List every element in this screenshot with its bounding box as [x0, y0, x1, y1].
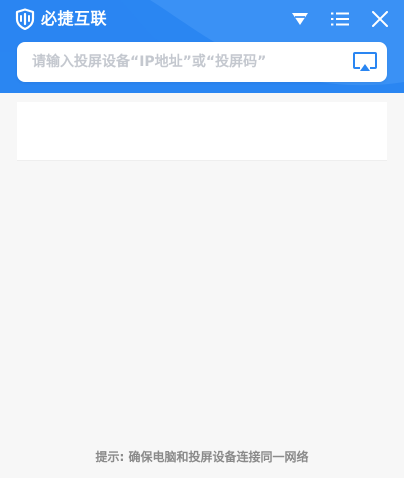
list-menu-icon	[331, 12, 349, 26]
window-controls	[286, 8, 394, 30]
search-box	[17, 42, 387, 82]
close-button[interactable]	[366, 8, 394, 30]
screen-cast-icon	[353, 52, 377, 71]
ip-search-input[interactable]	[17, 43, 343, 81]
header-bar: 必捷互联	[0, 0, 404, 93]
triangle-down-icon	[292, 13, 308, 25]
dropdown-button[interactable]	[286, 8, 314, 30]
device-list-panel	[17, 102, 387, 161]
connection-hint: 提示: 确保电脑和投屏设备连接同一网络	[95, 450, 309, 464]
bijie-logo-icon	[15, 8, 35, 30]
app-brand: 必捷互联	[14, 8, 107, 30]
app-name: 必捷互联	[41, 9, 108, 28]
menu-button[interactable]	[326, 8, 354, 30]
app-window: 必捷互联 请输入投屏设备“IP地址”或“投屏码” 提示: 确保电脑和投屏设备连接…	[0, 0, 404, 478]
screen-cast-button[interactable]	[343, 42, 387, 82]
close-icon	[372, 11, 388, 27]
